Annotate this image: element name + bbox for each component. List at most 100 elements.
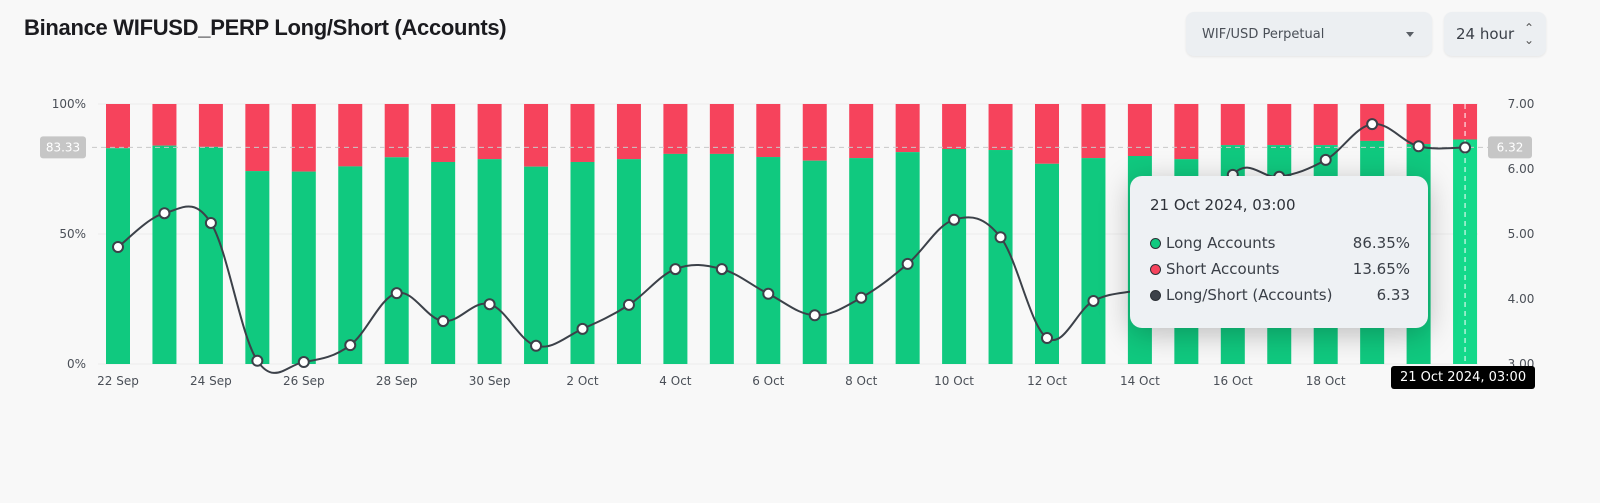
left-axis-tick: 0% <box>67 357 86 371</box>
long-dot-icon <box>1150 237 1161 249</box>
x-axis-tick: 16 Oct <box>1213 374 1253 388</box>
short-bar <box>1313 104 1338 146</box>
long-bar <box>524 166 549 364</box>
x-axis-tick: 18 Oct <box>1306 374 1346 388</box>
long-bar <box>709 153 734 364</box>
long-bar <box>291 171 316 364</box>
x-axis-tick: 10 Oct <box>934 374 974 388</box>
ratio-point <box>1041 332 1053 344</box>
ratio-point <box>483 298 496 311</box>
long-bar <box>616 159 641 364</box>
short-bar <box>1174 104 1199 160</box>
tooltip-value: 86.35% <box>1352 234 1410 252</box>
ratio-point <box>1366 118 1379 131</box>
short-bar <box>1081 104 1106 159</box>
x-axis-tick: 22 Sep <box>97 374 139 388</box>
short-bar <box>384 104 409 158</box>
short-bar <box>895 104 920 153</box>
x-axis-tick: 14 Oct <box>1120 374 1160 388</box>
ratio-dot-icon <box>1150 289 1161 301</box>
ratio-point <box>762 287 775 300</box>
ratio-point <box>1459 141 1472 154</box>
tooltip: 21 Oct 2024, 03:00 Long Accounts 86.35% … <box>1130 176 1428 328</box>
long-bar <box>384 157 409 364</box>
ratio-point <box>855 291 868 304</box>
ratio-point <box>390 287 403 300</box>
ratio-point <box>901 257 914 270</box>
x-axis-tick: 6 Oct <box>752 374 784 388</box>
short-bar <box>1127 104 1152 156</box>
ratio-point <box>530 339 543 352</box>
long-bar <box>942 148 967 364</box>
left-axis-tick: 100% <box>52 97 86 111</box>
right-axis-tick: 4.00 <box>1508 292 1535 306</box>
ratio-point <box>204 216 217 229</box>
long-bar <box>245 171 270 364</box>
ratio-point <box>1319 153 1332 166</box>
long-bar <box>198 146 223 364</box>
short-bar <box>1035 104 1059 164</box>
long-bar <box>849 158 874 364</box>
tooltip-value: 13.65% <box>1352 260 1410 278</box>
long-bar <box>477 159 502 364</box>
left-crosshair-label: 83.33 <box>46 140 80 154</box>
tooltip-row-short: Short Accounts 13.65% <box>1150 256 1410 282</box>
short-bar <box>988 104 1013 151</box>
left-axis-tick: 50% <box>59 227 86 241</box>
tooltip-value: 6.33 <box>1376 286 1410 304</box>
long-bar <box>431 161 456 364</box>
short-bar <box>477 104 502 160</box>
long-bar <box>152 145 177 364</box>
ratio-point <box>158 207 171 220</box>
x-axis-tick: 2 Oct <box>566 374 598 388</box>
tooltip-label: Short Accounts <box>1166 260 1280 278</box>
short-bar <box>802 104 827 161</box>
x-axis-tick: 26 Sep <box>283 374 325 388</box>
short-bar <box>570 104 595 162</box>
short-bar <box>291 104 316 172</box>
long-bar <box>106 148 130 364</box>
x-axis-tick: 24 Sep <box>190 374 232 388</box>
short-bar <box>1406 104 1431 145</box>
ratio-point <box>437 315 450 328</box>
long-bar <box>988 150 1013 364</box>
tooltip-row-ratio: Long/Short (Accounts) 6.33 <box>1150 282 1410 308</box>
short-dot-icon <box>1150 263 1161 275</box>
short-bar <box>338 104 363 167</box>
short-bar <box>756 104 781 158</box>
tooltip-label: Long/Short (Accounts) <box>1166 286 1333 304</box>
short-bar <box>663 104 688 154</box>
ratio-point <box>251 354 264 367</box>
ratio-point <box>669 263 682 276</box>
ratio-point <box>1087 294 1100 307</box>
x-axis-tick: 30 Sep <box>469 374 511 388</box>
x-axis-tick: 4 Oct <box>659 374 691 388</box>
x-crosshair-label: 21 Oct 2024, 03:00 <box>1391 366 1536 389</box>
ratio-point <box>1412 140 1425 153</box>
ratio-point <box>715 263 728 276</box>
ratio-point <box>344 339 357 352</box>
short-bar <box>709 104 734 154</box>
right-axis-tick: 5.00 <box>1508 227 1535 241</box>
tooltip-date: 21 Oct 2024, 03:00 <box>1150 196 1296 214</box>
x-axis-tick: 28 Sep <box>376 374 418 388</box>
x-axis-tick: 12 Oct <box>1027 374 1067 388</box>
long-bar <box>1081 158 1106 364</box>
right-axis-tick: 6.00 <box>1508 162 1535 176</box>
ratio-point <box>948 213 961 226</box>
short-bar <box>849 104 874 159</box>
short-bar <box>431 104 456 162</box>
short-bar <box>1220 104 1245 146</box>
x-axis-tick: 8 Oct <box>845 374 877 388</box>
ratio-point <box>297 356 310 369</box>
short-bar <box>198 104 223 147</box>
ratio-point <box>576 322 589 335</box>
long-bar <box>663 153 688 364</box>
tooltip-label: Long Accounts <box>1166 234 1276 252</box>
short-bar <box>616 104 641 160</box>
long-bar <box>338 166 363 364</box>
long-bar <box>756 157 781 364</box>
right-crosshair-label: 6.32 <box>1497 140 1524 154</box>
tooltip-row-long: Long Accounts 86.35% <box>1150 230 1410 256</box>
short-bar <box>942 104 967 149</box>
